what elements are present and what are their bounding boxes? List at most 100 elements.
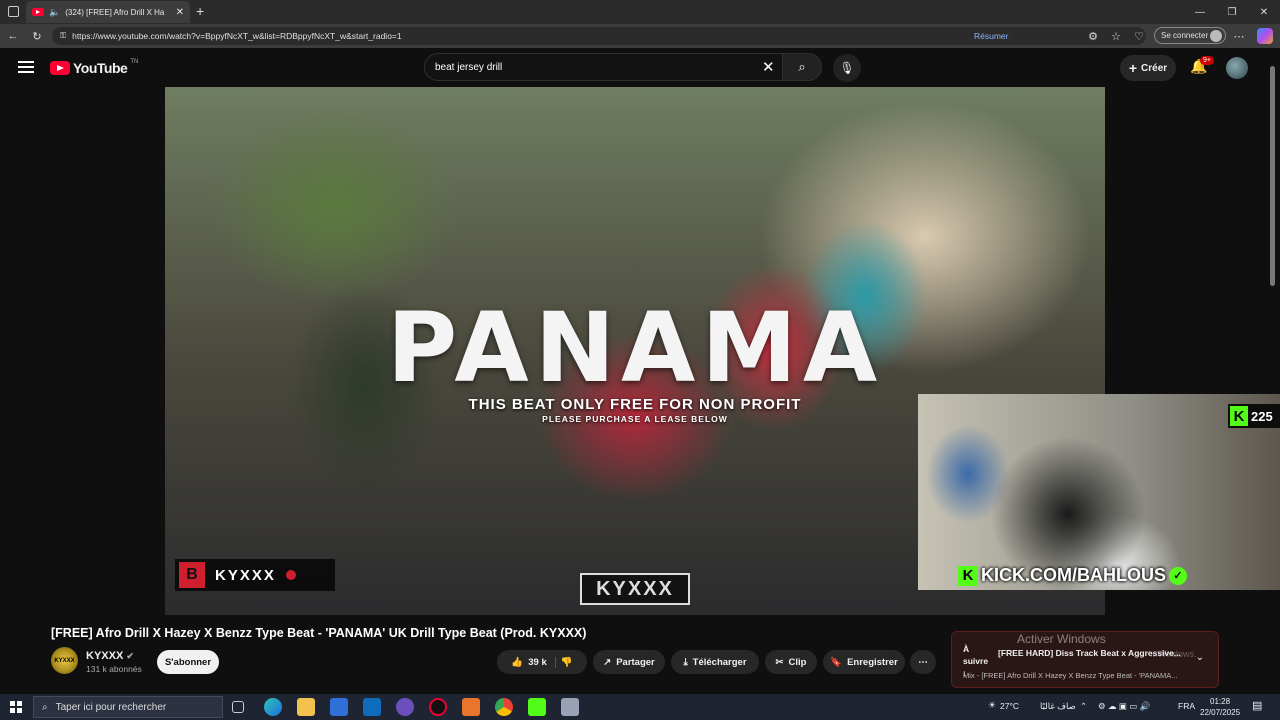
signin-label: Se connecter xyxy=(1161,31,1209,40)
taskbar-clock[interactable]: 01:28 22/07/2025 xyxy=(1200,696,1240,718)
favorite-icon[interactable]: ☆ xyxy=(1108,28,1124,44)
account-avatar[interactable] xyxy=(1226,57,1248,79)
like-button[interactable]: 👍 39 k xyxy=(511,656,556,668)
search-icon: ⌕ xyxy=(42,701,48,713)
download-label: Télécharger xyxy=(692,656,747,668)
share-icon: ↗ xyxy=(603,656,612,668)
share-button[interactable]: ↗ Partager xyxy=(593,650,665,674)
browser-tab[interactable]: 🔈 (324) [FREE] Afro Drill X Ha... ✕ xyxy=(26,1,190,23)
kick-logo-icon: K xyxy=(1230,406,1248,426)
resume-label[interactable]: Résumer xyxy=(974,31,1008,41)
profile-icon xyxy=(1210,30,1222,42)
thumbs-up-icon: 👍 xyxy=(511,656,524,668)
edge-icon[interactable] xyxy=(264,698,282,716)
keyboard-language[interactable]: FRA xyxy=(1178,701,1195,711)
search-value: beat jersey drill xyxy=(435,61,503,73)
speaker-icon[interactable]: 🔈 xyxy=(49,7,60,18)
vlc-icon[interactable] xyxy=(462,698,480,716)
video-title: [FREE] Afro Drill X Hazey X Benzz Type B… xyxy=(51,626,587,640)
activate-windows-note: ...Windows. xyxy=(1150,649,1197,659)
weather-desc: صاف غالبًا xyxy=(1040,701,1076,711)
tab-title: (324) [FREE] Afro Drill X Ha... xyxy=(65,7,166,17)
mix-title: Mix - [FREE] Afro Drill X Hazey X Benzz … xyxy=(963,671,1178,680)
windows-start-icon[interactable] xyxy=(10,701,22,713)
center-watermark: KYXXX xyxy=(580,573,690,605)
plus-icon: + xyxy=(1128,60,1138,76)
search-button[interactable]: ⌕ xyxy=(782,53,822,81)
producer-name: KYXXX xyxy=(215,566,276,584)
kick-logo-icon: K xyxy=(958,565,978,586)
subscriber-count: 131 k abonnés xyxy=(86,664,142,674)
signin-button[interactable]: Se connecter xyxy=(1154,27,1226,44)
minimize-icon[interactable]: — xyxy=(1184,0,1216,24)
voice-search-button[interactable]: 🎙 xyxy=(833,54,861,82)
youtube-play-icon xyxy=(50,61,70,75)
menu-icon[interactable] xyxy=(18,61,34,73)
discord-icon[interactable] xyxy=(396,698,414,716)
channel-name[interactable]: KYXXX ✔ xyxy=(86,650,134,662)
save-button[interactable]: 🔖 Enregistrer xyxy=(823,650,905,674)
bookmark-icon: 🔖 xyxy=(830,656,843,668)
clip-button[interactable]: ✂ Clip xyxy=(765,650,817,674)
scissors-icon: ✂ xyxy=(775,656,784,668)
site-info-icon[interactable]: ⚿ xyxy=(60,31,66,41)
scrollbar-thumb[interactable] xyxy=(1270,66,1275,286)
weather-icon[interactable]: ☀ xyxy=(988,700,996,711)
weather-temp[interactable]: 27°C xyxy=(1000,701,1019,711)
webcam-overlay: K 225 K KICK.COM/BAHLOUS ✓ xyxy=(918,394,1280,590)
activate-windows-watermark: Activer Windows xyxy=(1017,632,1106,646)
subscribe-button[interactable]: S'abonner xyxy=(157,650,219,674)
search-input[interactable]: beat jersey drill xyxy=(424,53,784,81)
taskbar-search-placeholder: Taper ici pour rechercher xyxy=(55,701,167,713)
collections-icon[interactable]: ♡ xyxy=(1131,28,1147,44)
more-menu-icon[interactable]: ⋯ xyxy=(1231,28,1247,44)
close-window-icon[interactable]: ✕ xyxy=(1248,0,1280,24)
more-actions-button[interactable]: ⋯ xyxy=(910,650,936,674)
clear-search-icon[interactable]: ✕ xyxy=(762,58,775,76)
youtube-header: YouTube TN beat jersey drill ✕ ⌕ 🎙 + Cré… xyxy=(0,48,1280,88)
notification-center-icon[interactable]: ▤ xyxy=(1252,699,1262,712)
youtube-favicon-icon xyxy=(32,8,44,16)
video-overlay-title: PANAMA xyxy=(386,292,884,404)
page-scrollbar[interactable] xyxy=(1269,56,1276,686)
verified-icon: ✓ xyxy=(1169,566,1187,585)
new-tab-icon[interactable]: + xyxy=(196,3,204,19)
app-icon[interactable] xyxy=(429,698,447,716)
refresh-icon[interactable]: ↻ xyxy=(29,28,45,44)
clock-time: 01:28 xyxy=(1210,697,1231,706)
youtube-logo[interactable]: YouTube TN xyxy=(50,59,139,76)
chrome-icon[interactable] xyxy=(495,698,513,716)
clock-date: 22/07/2025 xyxy=(1200,708,1241,717)
tray-overflow-icon[interactable]: ⌃ xyxy=(1080,701,1087,712)
outlook-icon[interactable] xyxy=(363,698,381,716)
channel-avatar[interactable]: KYXXX xyxy=(51,647,78,674)
task-view-icon[interactable] xyxy=(232,701,244,713)
channel-name-text: KYXXX xyxy=(86,650,124,662)
create-button[interactable]: + Créer xyxy=(1120,55,1176,81)
region-code: TN xyxy=(130,59,139,65)
back-icon[interactable]: ← xyxy=(5,28,21,44)
download-icon: ⤓ xyxy=(683,656,688,668)
window-app-icon[interactable] xyxy=(561,698,579,716)
verified-icon: ✔ xyxy=(126,651,134,661)
file-explorer-icon[interactable] xyxy=(297,698,315,716)
tab-actions-icon[interactable] xyxy=(8,6,19,17)
tab-close-icon[interactable]: ✕ xyxy=(176,7,184,18)
taskbar-search-field[interactable]: ⌕ Taper ici pour rechercher xyxy=(33,696,223,718)
maximize-icon[interactable]: ❐ xyxy=(1216,0,1248,24)
star-icon xyxy=(285,570,296,580)
tray-icons[interactable]: ⚙ ☁ ▣ ▭ 🔊 xyxy=(1098,701,1150,712)
thumbs-down-icon: 👎 xyxy=(560,656,573,668)
copilot-icon[interactable] xyxy=(1257,28,1273,44)
kick-app-icon[interactable] xyxy=(528,698,546,716)
producer-logo-icon: B xyxy=(179,562,205,588)
stream-url-banner: K KICK.COM/BAHLOUS ✓ xyxy=(958,565,1187,586)
download-button[interactable]: ⤓ Télécharger xyxy=(671,650,759,674)
chevron-down-icon[interactable]: ⌄ xyxy=(1196,652,1204,663)
dislike-button[interactable]: 👎 xyxy=(561,657,573,668)
address-bar-row: ← ↻ ⚿ https://www.youtube.com/watch?v=Bp… xyxy=(0,24,1280,48)
store-icon[interactable] xyxy=(330,698,348,716)
extensions-icon[interactable]: ⚙ xyxy=(1085,28,1101,44)
like-count: 39 k xyxy=(528,656,547,668)
clip-label: Clip xyxy=(788,656,807,668)
